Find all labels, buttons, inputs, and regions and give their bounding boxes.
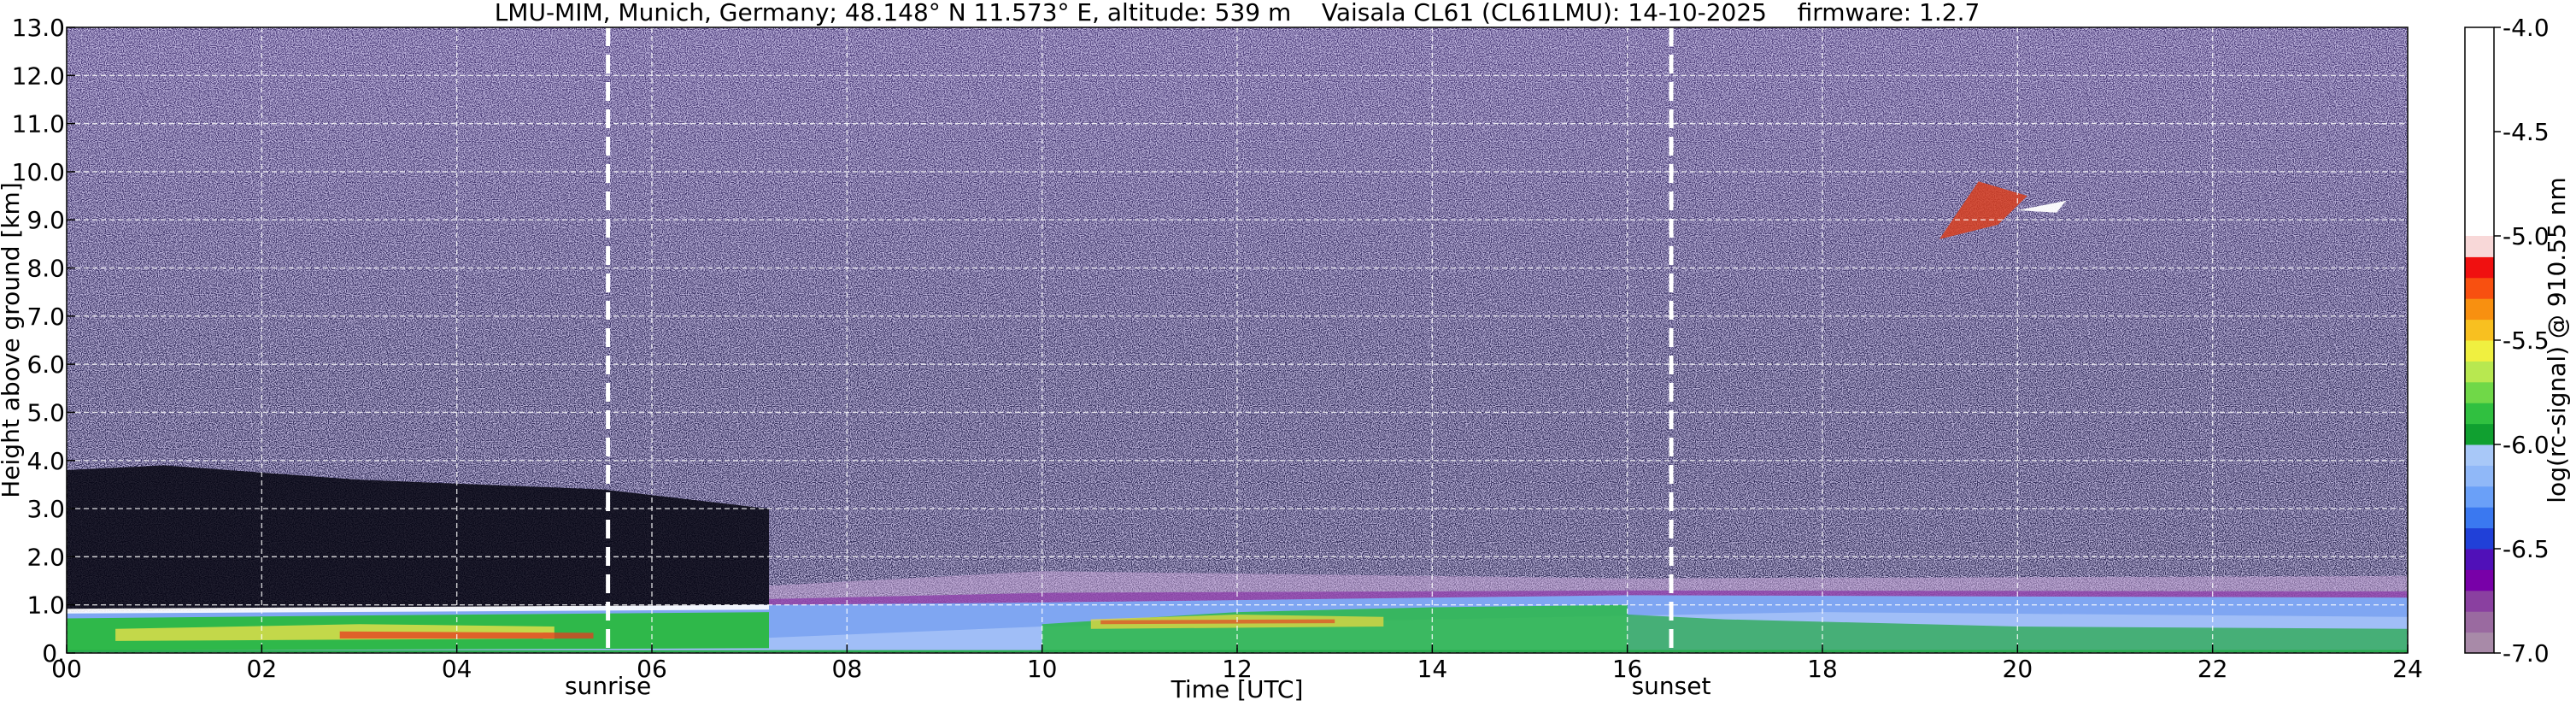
colorbar-segment <box>2465 361 2494 383</box>
y-tick-label: 12.0 <box>12 62 65 90</box>
colorbar-segment <box>2465 256 2494 279</box>
y-tick-label: 7.0 <box>26 303 65 331</box>
y-tick-label: 9.0 <box>26 206 65 234</box>
y-tick-label: 8.0 <box>26 255 65 283</box>
colorbar-segment <box>2465 465 2494 487</box>
y-tick-label: 6.0 <box>26 350 65 379</box>
colorbar: -4.0-4.5-5.0-5.5-6.0-6.5-7.0 <box>2464 14 2550 668</box>
y-tick-label: 5.0 <box>26 398 65 427</box>
colorbar-segment <box>2465 27 2494 236</box>
colorbar-segment <box>2465 527 2494 550</box>
colorbar-segment <box>2465 549 2494 570</box>
y-tick-label: 4.0 <box>26 447 65 475</box>
x-tick-label: 20 <box>2003 655 2033 683</box>
colorbar-segment <box>2465 611 2494 633</box>
y-tick-label: 2.0 <box>26 543 65 571</box>
x-tick-label: 14 <box>1417 655 1448 683</box>
colorbar-segment <box>2465 298 2494 321</box>
x-axis-label: Time [UTC] <box>1171 675 1304 703</box>
x-tick-label: 10 <box>1027 655 1058 683</box>
x-tick-label: 24 <box>2392 655 2423 683</box>
y-tick-label: 10.0 <box>12 158 65 186</box>
x-tick-label: 22 <box>2198 655 2228 683</box>
colorbar-segment <box>2465 340 2494 362</box>
colorbar-segment <box>2465 590 2494 612</box>
colorbar-segment <box>2465 569 2494 591</box>
colorbar-label: log(rc-signal) @ 910.55 nm <box>2543 177 2571 503</box>
y-tick-label: 1.0 <box>26 591 65 620</box>
colorbar-tick-label: -4.5 <box>2503 118 2550 146</box>
colorbar-segment <box>2465 632 2494 654</box>
sun-annotation-label: sunrise <box>565 672 651 700</box>
y-tick-label: 3.0 <box>26 495 65 523</box>
plot-area <box>67 27 2408 653</box>
colorbar-segment <box>2465 403 2494 425</box>
colorbar-segment <box>2465 444 2494 466</box>
colorbar-tick-label: -7.0 <box>2503 639 2550 668</box>
colorbar-segment <box>2465 236 2494 257</box>
colorbar-segment <box>2465 277 2494 299</box>
y-tick-label: 11.0 <box>12 110 65 138</box>
colorbar-segment <box>2465 319 2494 341</box>
y-tick-label: 13.0 <box>12 14 65 42</box>
sun-annotation-label: sunset <box>1632 672 1711 700</box>
chart-title: LMU-MIM, Munich, Germany; 48.148° N 11.5… <box>495 0 1980 26</box>
colorbar-segment <box>2465 507 2494 529</box>
colorbar-segment <box>2465 381 2494 403</box>
x-tick-label: 18 <box>1807 655 1838 683</box>
x-tick-label: 04 <box>442 655 472 683</box>
x-tick-label: 08 <box>832 655 863 683</box>
y-axis-label: Height above ground [km] <box>0 182 25 498</box>
y-tick-label: 0. <box>42 639 65 668</box>
colorbar-segment <box>2465 423 2494 445</box>
colorbar-tick-label: -4.0 <box>2503 14 2550 42</box>
x-tick-label: 02 <box>247 655 278 683</box>
ceilometer-chart: 00 02 04 06 08 10 12 14 16 18 20 22 24 0.1.02.03.04.… <box>0 0 2571 703</box>
colorbar-segment <box>2465 485 2494 508</box>
sun-annotations: sunrise sunset <box>565 672 1710 700</box>
colorbar-tick-label: -6.5 <box>2503 535 2550 563</box>
